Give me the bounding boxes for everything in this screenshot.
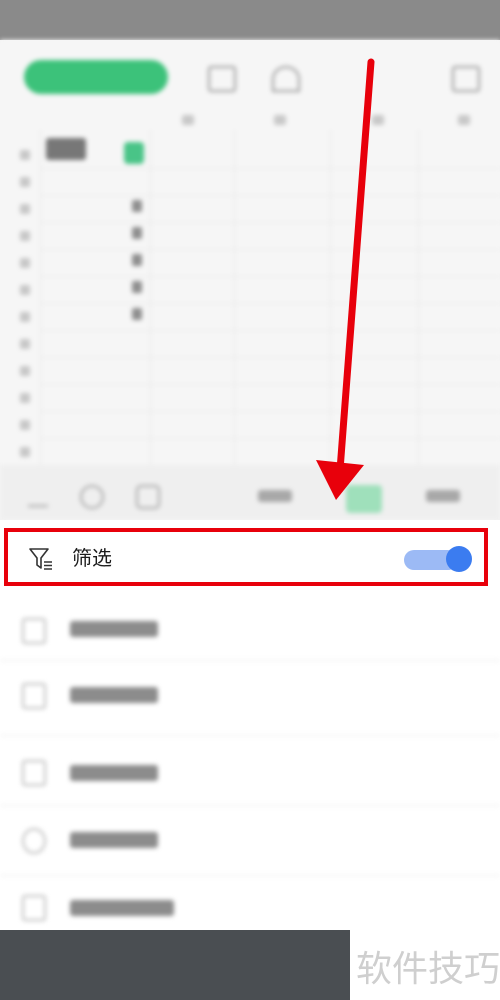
- row-number: [20, 420, 30, 430]
- column-header: [182, 115, 194, 125]
- option-icon: [22, 828, 46, 854]
- grid-line: [40, 130, 41, 480]
- tab-icon: [80, 485, 104, 509]
- row-number: [20, 204, 30, 214]
- cell-content: [124, 142, 144, 164]
- grid-line: [40, 168, 500, 169]
- column-header: [458, 115, 470, 125]
- option-label: [70, 621, 158, 637]
- watermark-text: 软件技巧: [356, 949, 500, 990]
- grid-line: [40, 330, 500, 331]
- status-bar: [0, 0, 500, 40]
- tab-icon: [136, 485, 160, 509]
- cell-content: [132, 254, 142, 266]
- grid-line: [40, 276, 500, 277]
- cell-content: [132, 281, 142, 293]
- toggle-knob: [446, 546, 472, 572]
- cell-content: [132, 308, 142, 320]
- option-label: [70, 765, 158, 781]
- toolbar-icon: [272, 66, 300, 92]
- toolbar-icon: [208, 66, 236, 92]
- grid-line: [418, 130, 419, 480]
- row-number: [20, 231, 30, 241]
- grid-line: [40, 357, 500, 358]
- row-number: [20, 258, 30, 268]
- filter-icon: [29, 548, 52, 570]
- filter-label: 筛选: [72, 546, 112, 570]
- grid-line: [150, 130, 151, 480]
- row-number: [20, 447, 30, 457]
- option-icon: [22, 760, 46, 786]
- tab-label: [258, 490, 292, 502]
- option-label: [70, 900, 174, 916]
- grid-line: [234, 130, 235, 480]
- watermark: 软件技巧: [350, 926, 500, 1000]
- toolbar-icon: [452, 66, 480, 92]
- filter-toggle-switch[interactable]: [398, 544, 478, 574]
- grid-line: [40, 438, 500, 439]
- option-label: [70, 687, 158, 703]
- toolbar-primary-button: [24, 60, 168, 94]
- cell-content: [132, 227, 142, 239]
- grid-line: [40, 303, 500, 304]
- option-icon: [22, 895, 46, 921]
- option-icon: [22, 683, 46, 709]
- grid-line: [330, 130, 331, 480]
- divider: [0, 660, 500, 661]
- divider: [0, 805, 500, 806]
- divider: [0, 875, 500, 876]
- row-number: [20, 150, 30, 160]
- option-label: [70, 832, 158, 848]
- tab-label: [426, 490, 460, 502]
- grid-line: [40, 222, 500, 223]
- tab-icon: [28, 485, 48, 507]
- row-number: [20, 177, 30, 187]
- row-number: [20, 366, 30, 376]
- sheet-tab-bar: [0, 465, 500, 520]
- option-list: [0, 590, 500, 930]
- grid-line: [40, 384, 500, 385]
- grid-line: [40, 249, 500, 250]
- row-number: [20, 393, 30, 403]
- column-header: [274, 115, 286, 125]
- row-number: [20, 285, 30, 295]
- cell-content: [132, 200, 142, 212]
- grid-line: [40, 195, 500, 196]
- option-icon: [22, 618, 46, 644]
- spreadsheet-background: [0, 40, 500, 520]
- grid-line: [40, 411, 500, 412]
- tab-active: [346, 485, 382, 513]
- divider: [0, 735, 500, 736]
- filter-option-row[interactable]: 筛选: [4, 528, 488, 586]
- row-number: [20, 339, 30, 349]
- cell-content: [46, 138, 86, 160]
- row-number: [20, 312, 30, 322]
- column-header: [372, 115, 384, 125]
